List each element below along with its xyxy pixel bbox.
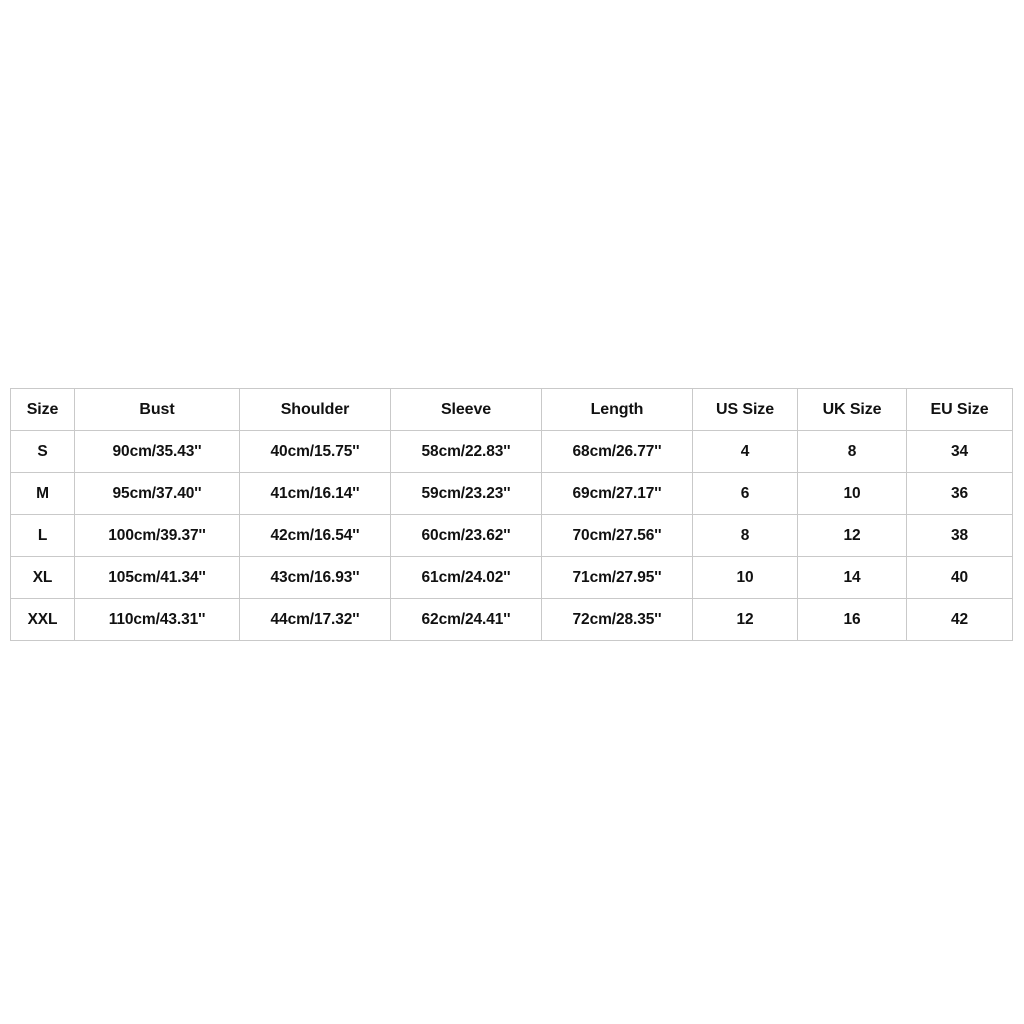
- table-row: XL 105cm/41.34'' 43cm/16.93'' 61cm/24.02…: [10, 556, 1013, 599]
- cell-sleeve: 58cm/22.83'': [390, 430, 542, 473]
- cell-uk-size: 16: [797, 598, 907, 641]
- cell-sleeve: 59cm/23.23'': [390, 472, 542, 515]
- table-row: XXL 110cm/43.31'' 44cm/17.32'' 62cm/24.4…: [10, 598, 1013, 641]
- size-chart-body: S 90cm/35.43'' 40cm/15.75'' 58cm/22.83''…: [10, 430, 1013, 641]
- cell-eu-size: 38: [906, 514, 1013, 557]
- column-header-length: Length: [541, 388, 693, 431]
- cell-size: L: [10, 514, 75, 557]
- cell-shoulder: 41cm/16.14'': [239, 472, 391, 515]
- cell-eu-size: 36: [906, 472, 1013, 515]
- column-header-us-size: US Size: [692, 388, 798, 431]
- cell-bust: 95cm/37.40'': [74, 472, 240, 515]
- cell-bust: 105cm/41.34'': [74, 556, 240, 599]
- cell-length: 70cm/27.56'': [541, 514, 693, 557]
- cell-us-size: 6: [692, 472, 798, 515]
- size-chart-table: Size Bust Shoulder Sleeve Length US Size…: [10, 388, 1013, 641]
- cell-length: 68cm/26.77'': [541, 430, 693, 473]
- cell-sleeve: 62cm/24.41'': [390, 598, 542, 641]
- table-row: S 90cm/35.43'' 40cm/15.75'' 58cm/22.83''…: [10, 430, 1013, 473]
- cell-shoulder: 42cm/16.54'': [239, 514, 391, 557]
- cell-shoulder: 44cm/17.32'': [239, 598, 391, 641]
- size-chart-header: Size Bust Shoulder Sleeve Length US Size…: [10, 388, 1013, 431]
- cell-us-size: 4: [692, 430, 798, 473]
- cell-bust: 90cm/35.43'': [74, 430, 240, 473]
- cell-size: S: [10, 430, 75, 473]
- cell-us-size: 10: [692, 556, 798, 599]
- cell-sleeve: 60cm/23.62'': [390, 514, 542, 557]
- cell-length: 71cm/27.95'': [541, 556, 693, 599]
- column-header-sleeve: Sleeve: [390, 388, 542, 431]
- cell-uk-size: 8: [797, 430, 907, 473]
- cell-size: M: [10, 472, 75, 515]
- cell-us-size: 8: [692, 514, 798, 557]
- column-header-bust: Bust: [74, 388, 240, 431]
- column-header-eu-size: EU Size: [906, 388, 1013, 431]
- table-row: L 100cm/39.37'' 42cm/16.54'' 60cm/23.62'…: [10, 514, 1013, 557]
- cell-bust: 110cm/43.31'': [74, 598, 240, 641]
- cell-us-size: 12: [692, 598, 798, 641]
- cell-shoulder: 43cm/16.93'': [239, 556, 391, 599]
- cell-bust: 100cm/39.37'': [74, 514, 240, 557]
- cell-eu-size: 34: [906, 430, 1013, 473]
- cell-shoulder: 40cm/15.75'': [239, 430, 391, 473]
- size-chart-container: Size Bust Shoulder Sleeve Length US Size…: [10, 388, 1013, 641]
- cell-uk-size: 10: [797, 472, 907, 515]
- column-header-uk-size: UK Size: [797, 388, 907, 431]
- column-header-shoulder: Shoulder: [239, 388, 391, 431]
- cell-eu-size: 40: [906, 556, 1013, 599]
- cell-size: XL: [10, 556, 75, 599]
- table-header-row: Size Bust Shoulder Sleeve Length US Size…: [10, 388, 1013, 431]
- cell-length: 69cm/27.17'': [541, 472, 693, 515]
- cell-eu-size: 42: [906, 598, 1013, 641]
- cell-uk-size: 14: [797, 556, 907, 599]
- page-canvas: Size Bust Shoulder Sleeve Length US Size…: [0, 0, 1024, 1024]
- column-header-size: Size: [10, 388, 75, 431]
- table-row: M 95cm/37.40'' 41cm/16.14'' 59cm/23.23''…: [10, 472, 1013, 515]
- cell-size: XXL: [10, 598, 75, 641]
- cell-uk-size: 12: [797, 514, 907, 557]
- cell-length: 72cm/28.35'': [541, 598, 693, 641]
- cell-sleeve: 61cm/24.02'': [390, 556, 542, 599]
